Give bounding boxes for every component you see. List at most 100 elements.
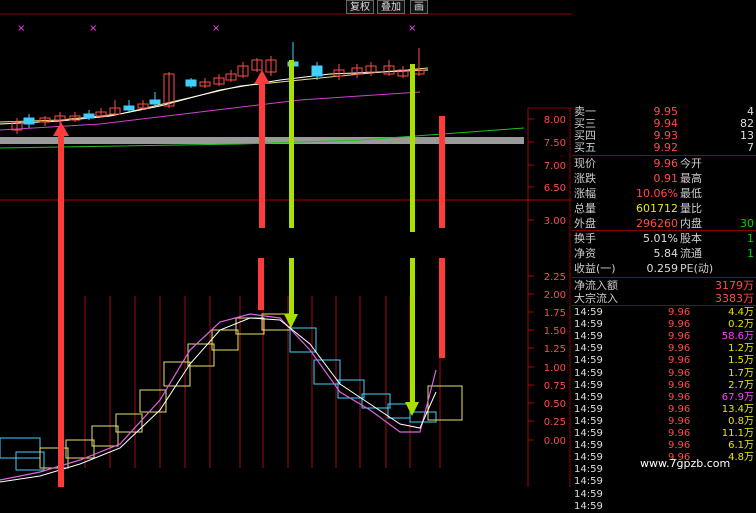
stat-label-2: 最低 <box>680 187 702 200</box>
tick-volume: 2.7万 <box>728 379 754 391</box>
stat-label-2: 股本 <box>680 232 702 245</box>
stat-value-2: 1 <box>747 247 754 260</box>
tick-volume: 58.6万 <box>721 331 754 343</box>
tick-row: 14:59 9.96 1.5万 <box>572 355 756 367</box>
tick-row: 14:59 9.96 67.9万 <box>572 392 756 404</box>
tick-time: 14:59 <box>574 319 603 331</box>
axis-tick-label: 2.00 <box>544 290 566 301</box>
tick-row: 14:59 <box>572 489 756 501</box>
lower-indicator-axis: 2.25 2.00 1.75 1.50 1.25 1.00 0.75 0.50 0.25 0.00 <box>528 272 566 447</box>
tick-row: 14:59 9.96 2.7万 <box>572 380 756 392</box>
red-arrow-shaft <box>58 134 64 487</box>
axis-tick-label: 3.00 <box>544 216 566 227</box>
tick-time: 14:59 <box>574 379 603 391</box>
tick-row: 14:59 9.96 0.8万 <box>572 416 756 428</box>
candle-body <box>149 99 161 105</box>
tick-volume: 0.2万 <box>728 319 754 331</box>
quote-panel: 卖一 9.95 4 买三 9.94 82 买四 9.93 13 买五 9.92 7 现价 9.96 今开 涨跌… <box>572 105 756 512</box>
tick-row: 14:59 9.96 1.2万 <box>572 343 756 355</box>
stat-row: 换手 5.01% 股本 1 <box>572 231 756 247</box>
stat-value: 0.259 <box>646 262 679 275</box>
tick-time: 14:59 <box>574 403 603 415</box>
stat-label-2: 流通 <box>680 247 702 260</box>
indicator-box <box>91 425 119 447</box>
candle-body <box>311 65 323 77</box>
stat-row: 总量 601712 量比 <box>572 201 756 217</box>
tick-price: 9.96 <box>668 440 691 452</box>
candle-body <box>23 117 35 125</box>
tick-time: 14:59 <box>574 500 603 512</box>
axis-tick-label: 6.50 <box>544 183 566 194</box>
tick-price: 9.96 <box>668 391 691 403</box>
axis-tick-label: 2.25 <box>544 272 566 283</box>
indicator-box <box>163 361 191 387</box>
tick-volume: 0.8万 <box>728 415 754 427</box>
indicator-box <box>427 385 463 421</box>
marker-x: × <box>17 23 25 34</box>
axis-tick-label: 0.00 <box>544 436 566 447</box>
tick-price: 9.96 <box>668 331 691 343</box>
tick-price: 9.96 <box>668 343 691 355</box>
tick-row: 14:59 9.96 1.7万 <box>572 368 756 380</box>
indicator-box <box>0 437 41 459</box>
stat-row: 涨跌 0.91 最高 <box>572 171 756 187</box>
tick-time: 14:59 <box>574 355 603 367</box>
stat-value: 9.96 <box>653 157 679 170</box>
marker-x: × <box>408 23 416 34</box>
order-book-row: 买五 9.92 7 <box>572 140 756 156</box>
axis-tick-label: 0.50 <box>544 399 566 410</box>
stat-value: 601712 <box>636 202 678 215</box>
stat-label-2: 最高 <box>680 172 702 185</box>
stat-value: 5.01% <box>643 232 678 245</box>
stat-label: 涨幅 <box>574 187 596 200</box>
tick-price: 9.96 <box>668 403 691 415</box>
separator <box>572 305 756 306</box>
tick-price: 9.96 <box>668 307 691 318</box>
red-arrow-head <box>53 122 69 136</box>
green-arrow-shaft <box>289 60 294 228</box>
restore-rights-button[interactable]: 复权 <box>346 0 374 14</box>
tick-time: 14:59 <box>574 331 603 343</box>
tick-time: 14:59 <box>574 343 603 355</box>
axis-tick-label: 7.00 <box>544 161 566 172</box>
candlesticks <box>11 42 425 134</box>
axis-tick-label: 0.75 <box>544 381 566 392</box>
stat-row: 现价 9.96 今开 <box>572 156 756 172</box>
marker-x: × <box>212 23 220 34</box>
axis-tick-label: 7.50 <box>544 138 566 149</box>
tick-volume: 11.1万 <box>721 428 754 439</box>
tick-price: 9.96 <box>668 355 691 367</box>
tick-volume: 1.2万 <box>728 343 754 355</box>
axis-tick-label: 1.50 <box>544 326 566 337</box>
indicator-lines <box>0 313 437 483</box>
axis-tick-label: 1.00 <box>544 363 566 374</box>
tick-volume: 4.8万 <box>728 452 754 464</box>
ma-mid-line <box>0 91 421 131</box>
order-volume: 7 <box>747 141 754 154</box>
overlay-button[interactable]: 叠加 <box>377 0 405 14</box>
tick-volume: 13.4万 <box>721 403 754 415</box>
order-price: 9.92 <box>653 141 679 154</box>
tick-price: 9.96 <box>668 367 691 379</box>
green-arrow-head <box>405 402 419 416</box>
upper-price-axis: 8.00 7.50 7.00 6.50 3.00 <box>528 115 566 227</box>
green-arrow-shaft <box>410 64 415 232</box>
axis-tick-label: 1.25 <box>544 344 566 355</box>
stat-value-2: 1 <box>747 232 754 245</box>
tick-time: 14:59 <box>574 367 603 379</box>
tick-time: 14:59 <box>574 452 603 464</box>
axis-tick-label: 1.75 <box>544 308 566 319</box>
tick-volume: 6.1万 <box>728 440 754 452</box>
indicator-line-magenta <box>0 313 437 481</box>
marker-x: × <box>89 23 97 34</box>
ma-short-line <box>0 67 429 123</box>
stat-value: 0.91 <box>653 172 679 185</box>
red-arrow-shaft <box>258 258 264 310</box>
tick-time: 14:59 <box>574 464 603 476</box>
kline-chart[interactable]: × × × × 8.00 7.50 7.00 6.50 3.00 2.25 2.00 1.7… <box>0 0 572 487</box>
tick-price: 9.96 <box>668 379 691 391</box>
indicator-box <box>115 413 143 433</box>
draw-button[interactable]: 画 <box>410 0 428 14</box>
indicator-box <box>65 439 95 459</box>
stat-label-2: 今开 <box>680 157 702 170</box>
